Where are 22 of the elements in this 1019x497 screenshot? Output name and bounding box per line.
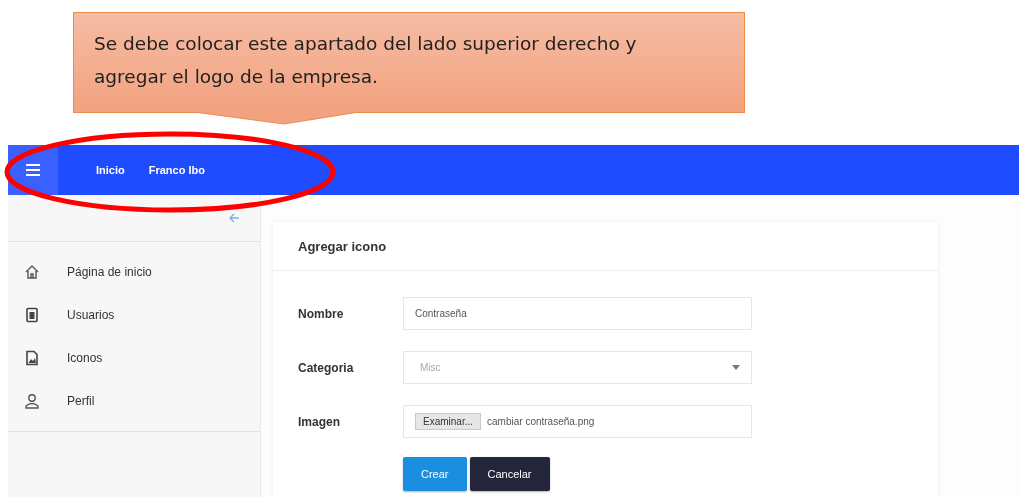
callout-text: Se debe colocar este apartado del lado superior derecho y agregar el logo de la empresa. xyxy=(94,33,637,87)
browse-button[interactable]: Examinar... xyxy=(415,413,482,430)
id-card-icon xyxy=(24,306,40,323)
sidebar-item[interactable]: Usuarios xyxy=(8,293,260,336)
sidebar-item[interactable]: Página de inicio xyxy=(8,250,260,293)
cancel-button[interactable]: Cancelar xyxy=(469,457,550,491)
sidebar-item[interactable]: Perfil xyxy=(8,379,260,422)
user-icon xyxy=(24,392,40,409)
sidebar-item[interactable]: Iconos xyxy=(8,336,260,379)
field-label: Imagen xyxy=(298,414,341,429)
nav-link[interactable]: Inicio xyxy=(96,164,125,176)
nav-link[interactable]: Franco Ibo xyxy=(148,164,205,176)
home-icon xyxy=(24,263,40,280)
caret-icon xyxy=(732,365,740,370)
name-field[interactable]: Contraseña xyxy=(403,297,752,330)
field-label: Categoria xyxy=(298,360,355,375)
image-file-icon xyxy=(24,349,40,366)
card-title: Agregar icono xyxy=(298,238,387,254)
field-label: Nombre xyxy=(298,306,345,321)
file-field[interactable]: Examinar... cambiar contraseña.png xyxy=(403,405,752,438)
file-name: cambiar contraseña.png xyxy=(487,416,595,427)
menu-icon xyxy=(26,164,40,176)
